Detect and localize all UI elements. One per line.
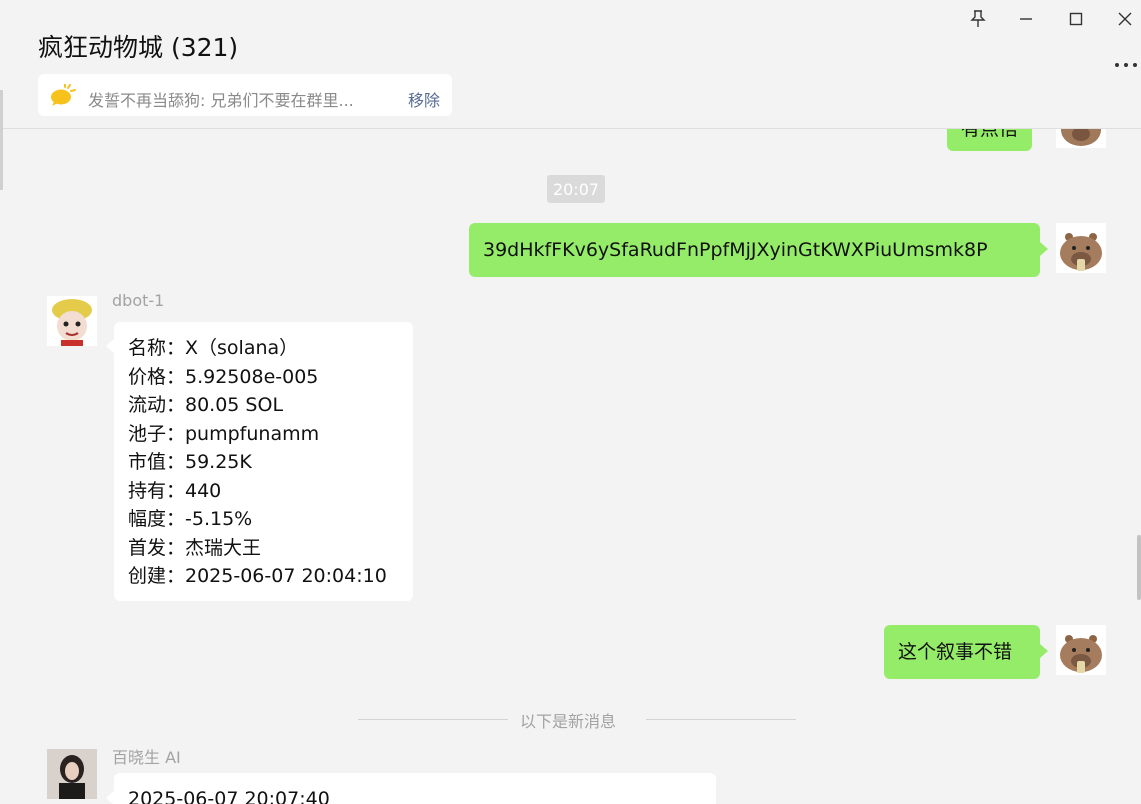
- info-price: 价格：5.92508e-005: [128, 365, 319, 388]
- new-messages-divider: 以下是新消息: [520, 712, 617, 731]
- info-liquidity: 流动：80.05 SOL: [128, 394, 284, 416]
- self-message-bubble[interactable]: 这个叙事不错: [884, 625, 1040, 679]
- chat-title: 疯狂动物城 (321): [38, 33, 239, 62]
- message-text: 这个叙事不错: [898, 641, 1013, 663]
- bot-avatar[interactable]: [47, 296, 97, 346]
- ai-avatar[interactable]: [47, 749, 97, 799]
- self-message-bubble[interactable]: 有点悟: [947, 129, 1033, 151]
- sender-name: dbot-1: [112, 291, 165, 310]
- bubble-tail: [106, 791, 114, 804]
- token-info: 名称：X（solana） 价格：5.92508e-005 流动：80.05 SO…: [128, 334, 387, 591]
- message-text: 有点悟: [961, 129, 1019, 140]
- info-name: 名称：X（solana）: [128, 337, 299, 359]
- info-created: 创建：2025-06-07 20:04:10: [128, 565, 387, 587]
- info-holders: 持有：440: [128, 479, 222, 502]
- chat-area: 有点悟 20:07 39dHkfFKv6ySfaRudFnPpfMjJXyinG…: [0, 129, 1141, 804]
- pin-icon[interactable]: [965, 6, 991, 32]
- close-icon[interactable]: [1112, 6, 1138, 32]
- message-text: 2025-06-07 20:07:40: [128, 788, 330, 804]
- self-avatar[interactable]: [1056, 129, 1106, 148]
- chat-header: 疯狂动物城 (321) 发誓不再当舔狗: 兄弟们不要在群里... 移除: [0, 0, 1141, 190]
- self-message-bubble[interactable]: 39dHkfFKv6ySfaRudFnPpfMjJXyinGtKWXPiuUms…: [469, 223, 1040, 277]
- info-market-cap: 市值：59.25K: [128, 451, 252, 473]
- bubble-tail: [1040, 644, 1048, 658]
- bubble-tail: [106, 339, 114, 353]
- bubble-tail: [1040, 242, 1048, 256]
- remove-pinned-button[interactable]: 移除: [408, 87, 440, 111]
- pinned-message-bar[interactable]: 发誓不再当舔狗: 兄弟们不要在群里... 移除: [38, 74, 452, 116]
- window-edge: [0, 90, 3, 190]
- pinned-message-text: 发誓不再当舔狗: 兄弟们不要在群里...: [88, 91, 354, 110]
- self-avatar[interactable]: [1056, 223, 1106, 273]
- more-icon[interactable]: [1114, 53, 1138, 72]
- info-pool: 池子：pumpfunamm: [128, 422, 320, 445]
- sender-name: 百晓生 AI: [112, 748, 181, 767]
- speech-bubble-icon: [50, 83, 76, 110]
- self-avatar[interactable]: [1056, 625, 1106, 675]
- info-first-post: 首发：杰瑞大王: [128, 536, 262, 559]
- maximize-icon[interactable]: [1063, 6, 1089, 32]
- message-text: 39dHkfFKv6ySfaRudFnPpfMjJXyinGtKWXPiuUms…: [483, 239, 988, 261]
- time-divider: 20:07: [547, 175, 605, 203]
- ai-message-bubble[interactable]: 2025-06-07 20:07:40: [114, 773, 716, 804]
- scrollbar-thumb[interactable]: [1137, 535, 1141, 600]
- bot-message-bubble[interactable]: 名称：X（solana） 价格：5.92508e-005 流动：80.05 SO…: [114, 322, 413, 601]
- info-change: 幅度：-5.15%: [128, 508, 253, 530]
- divider-line-left: [358, 719, 508, 720]
- minimize-icon[interactable]: [1013, 6, 1039, 32]
- divider-line-right: [646, 719, 796, 720]
